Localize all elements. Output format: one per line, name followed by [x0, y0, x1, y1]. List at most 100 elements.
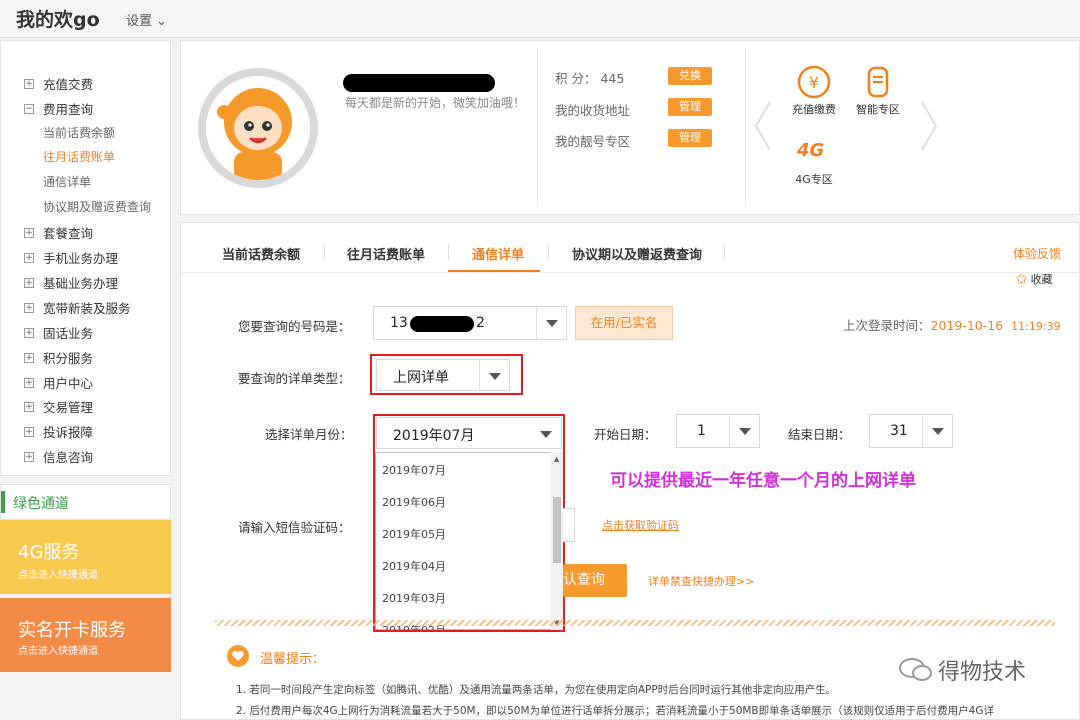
quick-link-smart[interactable]: 智能专区: [848, 101, 908, 117]
chevron-down-icon[interactable]: [729, 415, 759, 447]
quick-link-4g[interactable]: 4G专区: [786, 171, 842, 187]
sidebar-sub-contract[interactable]: 协议期及赠返费查询: [43, 198, 151, 215]
month-option[interactable]: 2019年05月: [382, 526, 446, 542]
chevron-down-icon[interactable]: [536, 307, 566, 339]
tips-title: 温馨提示：: [260, 652, 326, 667]
month-select[interactable]: 2019年07月: [376, 417, 562, 449]
expand-icon: +: [24, 377, 34, 388]
get-code-link[interactable]: 点击获取验证码: [602, 517, 679, 533]
month-option[interactable]: 2019年04月: [382, 558, 446, 574]
sidebar-item-points[interactable]: + 积分服务: [24, 348, 93, 367]
end-date-value: 31: [890, 423, 908, 439]
active-tab-indicator: [448, 270, 540, 272]
sidebar-item-broadband[interactable]: + 宽带新装及服务: [24, 298, 131, 317]
start-date-value: 1: [697, 423, 706, 439]
start-date-select[interactable]: 1: [676, 414, 760, 448]
month-label: 选择详单月份：: [265, 427, 353, 442]
watermark: 得物技术: [898, 654, 1026, 686]
number-label: 您要查询的号码是：: [238, 319, 351, 334]
number-redacted: [410, 316, 474, 332]
tab-call-detail[interactable]: 通信详单: [472, 244, 524, 263]
sidebar-item-user-center[interactable]: + 用户中心: [24, 373, 93, 392]
sidebar-item-recharge[interactable]: + 充值交费: [24, 74, 93, 93]
quick-process-link[interactable]: 详单禁查快捷办理>>: [648, 573, 754, 589]
quick-link-recharge[interactable]: 充值缴费: [786, 101, 842, 117]
divider: [745, 48, 746, 206]
sidebar-item-landline[interactable]: + 固话业务: [24, 323, 93, 342]
favorite-button[interactable]: ✩ 收藏: [1015, 270, 1053, 288]
expand-icon: +: [24, 252, 34, 263]
expand-icon: +: [24, 426, 34, 437]
tab-divider: [448, 244, 449, 260]
chevron-down-icon[interactable]: [531, 418, 561, 448]
scroll-up-icon[interactable]: ▲: [554, 455, 559, 463]
sidebar-item-complaints[interactable]: + 投诉报障: [24, 422, 93, 441]
4g-icon[interactable]: 4G: [797, 140, 824, 161]
promo-realname-service[interactable]: 实名开卡服务 点击进入快捷通道: [0, 598, 171, 672]
feedback-link[interactable]: 体验反馈: [1013, 245, 1061, 262]
month-option[interactable]: 2019年07月: [382, 462, 446, 478]
tab-current-balance[interactable]: 当前话费余额: [222, 244, 300, 263]
green-channel-title: 绿色通道: [13, 496, 69, 512]
sidebar-item-mobile-service[interactable]: + 手机业务办理: [24, 248, 118, 267]
smart-device-icon[interactable]: [864, 65, 892, 99]
sidebar-sub-call-detail[interactable]: 通信详单: [43, 173, 91, 190]
mascot-icon: [217, 88, 292, 180]
sidebar-item-basic-service[interactable]: + 基础业务办理: [24, 273, 118, 292]
brand-title[interactable]: 我的欢go: [16, 5, 100, 32]
type-select[interactable]: 上网详单: [376, 359, 510, 391]
address-label: 我的收货地址: [555, 103, 631, 118]
sidebar-item-info[interactable]: + 信息咨询: [24, 447, 93, 466]
expand-icon: +: [24, 277, 34, 288]
chevron-down-icon[interactable]: [922, 415, 952, 447]
chevron-left-icon[interactable]: [752, 100, 774, 152]
sms-code-input[interactable]: [563, 508, 575, 542]
sidebar-item-package[interactable]: + 套餐查询: [24, 223, 93, 242]
yuan-icon[interactable]: ¥: [797, 65, 831, 99]
avatar[interactable]: [206, 76, 310, 180]
divider: [537, 48, 538, 206]
lucky-number-label: 我的靓号专区: [555, 134, 631, 149]
tab-bar-line: [180, 272, 1080, 273]
heart-icon: [227, 645, 249, 667]
tab-divider: [548, 244, 549, 260]
sidebar-sub-balance[interactable]: 当前话费余额: [43, 124, 115, 141]
query-button[interactable]: 认查询: [563, 564, 627, 597]
address-manage-button[interactable]: 管理: [668, 98, 712, 116]
green-channel-header: 绿色通道: [0, 484, 171, 520]
end-date-select[interactable]: 31: [869, 414, 953, 448]
expand-icon: +: [24, 451, 34, 462]
scrollbar-thumb[interactable]: [553, 497, 561, 563]
last-login: 上次登录时间：2019-10-16 11:19:39: [843, 318, 1061, 333]
number-select[interactable]: 13 2: [373, 306, 567, 340]
profile-slogan: 每天都是新的开始，微笑加油哦！: [345, 96, 526, 110]
points-label: 积 分： 445: [555, 71, 625, 86]
sidebar-item-fee-query[interactable]: − 费用查询: [24, 99, 93, 118]
exchange-button[interactable]: 兑换: [668, 67, 712, 85]
tab-monthly-bill[interactable]: 往月话费账单: [347, 244, 425, 263]
promo-4g-sub: 点击进入快捷通道: [18, 570, 98, 581]
tip-item: 1. 若同一时间段产生定向标签（如腾讯、优酷）及通用流量两条话单，为您在使用定向…: [236, 684, 837, 696]
promo-4g-service[interactable]: 4G服务 点击进入快捷通道: [0, 520, 171, 594]
chevron-down-icon[interactable]: [479, 360, 509, 390]
promo-4g-title: 4G服务: [18, 542, 80, 563]
dotted-divider: [215, 620, 1055, 626]
tip-item: 2. 后付费用户每次4G上网行为消耗流量若大于50M，即以50M为单位进行话单拆…: [236, 705, 994, 717]
start-date-label: 开始日期：: [594, 427, 657, 442]
sidebar-item-transactions[interactable]: + 交易管理: [24, 397, 93, 416]
tab-divider: [324, 244, 325, 260]
tab-contract[interactable]: 协议期以及赠返费查询: [572, 244, 702, 263]
green-bar: [1, 491, 5, 513]
expand-icon: +: [24, 352, 34, 363]
month-option[interactable]: 2019年03月: [382, 590, 446, 606]
sidebar-sub-monthly-bill[interactable]: 往月话费账单: [43, 148, 115, 165]
expand-icon: +: [24, 327, 34, 338]
number-manage-button[interactable]: 管理: [668, 129, 712, 147]
chevron-right-icon[interactable]: [918, 100, 940, 152]
tab-divider: [724, 244, 725, 260]
settings-menu[interactable]: 设置 ⌄: [126, 10, 167, 29]
collapse-icon: −: [24, 103, 34, 114]
expand-icon: +: [24, 227, 34, 238]
month-option[interactable]: 2019年06月: [382, 494, 446, 510]
sms-label: 请输入短信验证码：: [238, 520, 351, 535]
